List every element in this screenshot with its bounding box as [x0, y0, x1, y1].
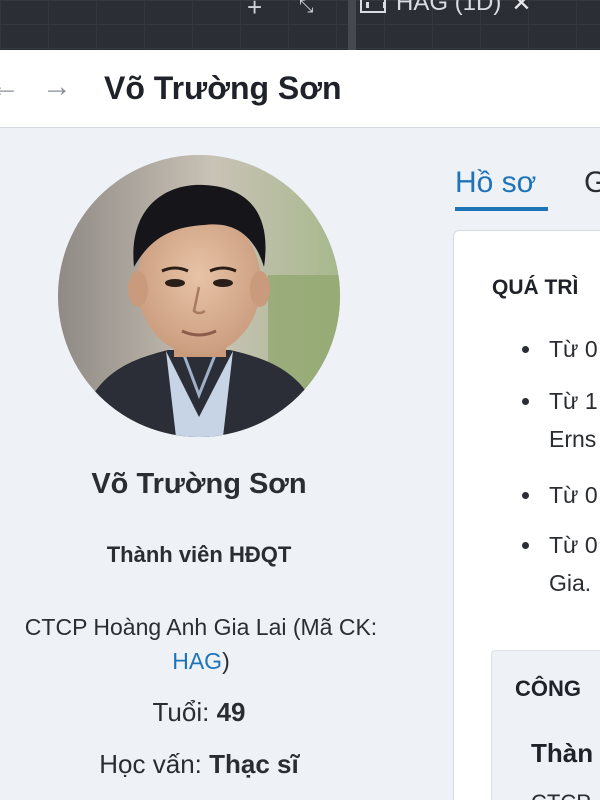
profile-name: Võ Trường Sơn: [91, 468, 307, 500]
profile-age: Tuổi: 49: [0, 697, 398, 728]
list-item: Từ 0: [522, 330, 598, 382]
close-icon[interactable]: ✕: [511, 0, 531, 18]
forward-arrow-icon[interactable]: →: [42, 70, 72, 104]
bullet-icon: [522, 346, 529, 353]
company-sub-label: CTCP: [531, 790, 591, 800]
profile-company: CTCP Hoàng Anh Gia Lai (Mã CK: HAG): [0, 610, 406, 678]
tab-profile[interactable]: Hồ sơ: [455, 166, 536, 200]
career-item-text: Từ 0: [549, 482, 598, 508]
company-section-title: CÔNG: [515, 676, 581, 701]
tab-other[interactable]: G: [584, 166, 600, 200]
company-card: [491, 650, 600, 800]
tab-strip: + ⤡ HAG (1D) ✕: [0, 0, 600, 50]
avatar-portrait-icon: [58, 155, 340, 437]
age-label: Tuổi:: [152, 697, 210, 727]
company-suffix: ): [222, 648, 230, 674]
career-item-text: Từ 0: [549, 532, 598, 558]
profile-education: Học vấn: Thạc sĩ: [0, 749, 398, 780]
career-list: Từ 0 Từ 1 Erns Từ 0 Từ 0 Gia.: [522, 330, 598, 606]
page-header: ← → Võ Trường Sơn: [0, 50, 600, 128]
list-item: Từ 1 Erns: [522, 382, 598, 476]
avatar: [58, 155, 340, 437]
list-item: Từ 0: [522, 476, 598, 526]
bullet-icon: [522, 492, 529, 499]
profile-role: Thành viên HĐQT: [106, 542, 292, 567]
career-section-title: QUÁ TRÌ: [492, 276, 579, 299]
chart-tab-label: HAG (1D): [396, 0, 502, 16]
collapse-icon[interactable]: ⤡: [299, 0, 313, 17]
tab-active-indicator: [455, 207, 548, 211]
chart-icon: [360, 0, 386, 13]
career-item-subtext: Erns: [549, 426, 597, 452]
career-item-text: Từ 0: [549, 336, 598, 362]
education-label: Học vấn:: [99, 749, 202, 779]
tab-separator: [348, 0, 356, 50]
age-value: 49: [216, 697, 246, 727]
career-item-subtext: Gia.: [549, 570, 592, 596]
back-arrow-icon[interactable]: ←: [0, 70, 20, 104]
career-item-text: Từ 1: [549, 388, 598, 414]
education-value: Thạc sĩ: [209, 749, 299, 779]
company-member-label: Thàn: [531, 738, 594, 768]
ticker-link[interactable]: HAG: [172, 648, 222, 674]
list-item: Từ 0 Gia.: [522, 526, 598, 606]
plus-icon[interactable]: +: [247, 0, 262, 20]
company-name: CTCP Hoàng Anh Gia Lai (Mã CK:: [24, 614, 378, 640]
chart-tab[interactable]: HAG (1D) ✕: [360, 0, 531, 20]
page-title: Võ Trường Sơn: [104, 70, 342, 106]
bullet-icon: [522, 398, 529, 405]
bullet-icon: [522, 542, 529, 549]
